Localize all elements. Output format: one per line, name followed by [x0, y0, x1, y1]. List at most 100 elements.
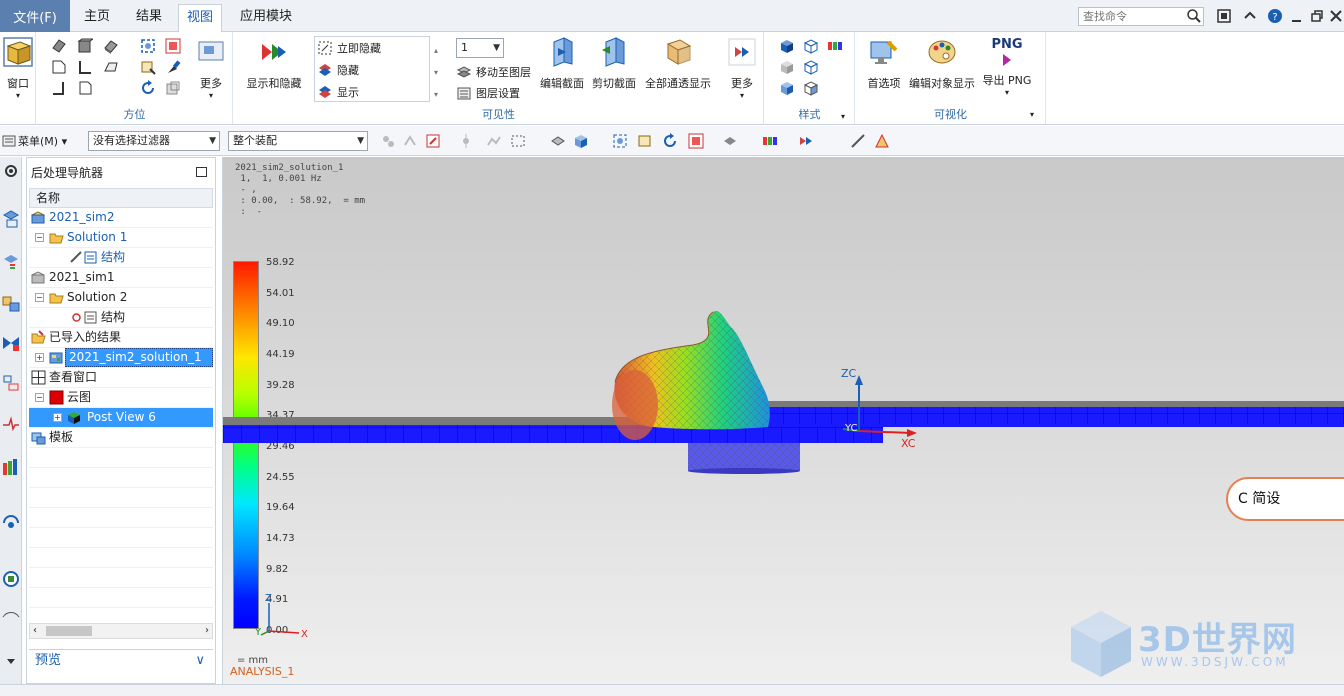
scroll-left-icon[interactable]: ‹ — [33, 624, 37, 638]
edit-section-button[interactable]: 编辑截面 — [538, 36, 586, 91]
view-orient-icon[interactable] — [51, 38, 67, 54]
history-icon[interactable] — [1, 373, 21, 393]
chevron-down-icon[interactable]: ∨ — [195, 650, 205, 672]
fit-view-icon[interactable] — [140, 38, 156, 54]
tree-row-2021-sim2[interactable]: 2021_sim2 — [29, 208, 213, 228]
tree-row-solution-1[interactable]: − Solution 1 — [29, 228, 213, 248]
static-wire-icon[interactable] — [779, 80, 795, 96]
scroll-thumb[interactable] — [46, 626, 92, 636]
deselect-icon[interactable] — [402, 133, 418, 149]
web-browser-icon[interactable] — [1, 513, 21, 533]
measure-icon[interactable] — [850, 133, 866, 149]
select-chain-icon[interactable] — [486, 133, 502, 149]
minimize-icon[interactable] — [1289, 8, 1305, 24]
layer-settings-button[interactable]: 图层设置 — [456, 83, 520, 103]
rendering-style-icon[interactable] — [722, 133, 738, 149]
constraint-navigator-icon[interactable] — [1, 253, 21, 273]
help-icon[interactable]: ? — [1267, 8, 1283, 24]
reuse-library-icon[interactable] — [1, 457, 21, 477]
clip-section-button[interactable]: 剪切截面 — [590, 36, 638, 91]
tree-row-solution-2[interactable]: − Solution 2 — [29, 288, 213, 308]
collapse-icon[interactable]: − — [35, 233, 44, 242]
cursor-point-icon[interactable] — [458, 133, 474, 149]
tree-row-imported-results[interactable]: 已导入的结果 — [29, 328, 213, 348]
assembly-navigator-icon[interactable] — [1, 209, 21, 229]
post-processing-navigator-icon[interactable] — [1, 293, 21, 313]
rotate-icon[interactable] — [140, 80, 156, 96]
brush-icon[interactable] — [165, 59, 181, 75]
view-bottom-icon[interactable] — [103, 59, 119, 75]
select-type-icon[interactable] — [425, 133, 441, 149]
expand-icon[interactable]: + — [53, 413, 62, 422]
restore-icon[interactable] — [1309, 8, 1325, 24]
show-hide-toggle-icon[interactable] — [798, 133, 814, 149]
tree-row-contour[interactable]: − 云图 — [29, 388, 213, 408]
ribbon-overflow-icon[interactable]: ▾ — [1030, 110, 1034, 119]
solid-shaded-icon[interactable] — [573, 133, 589, 149]
brand-badge[interactable]: C 简设 — [1226, 477, 1344, 521]
tree-row-structure-2[interactable]: 结构 — [29, 308, 213, 328]
file-menu-tab[interactable]: 文件(F) — [0, 0, 70, 32]
move-to-layer-button[interactable]: 移动至图层 — [456, 62, 531, 82]
zoom-icon[interactable] — [637, 133, 653, 149]
more-visibility-button[interactable]: 更多 ▾ — [726, 36, 758, 100]
zoom-window-icon[interactable] — [165, 38, 181, 54]
close-icon[interactable] — [1328, 8, 1344, 24]
show-hide-button[interactable]: 显示和隐藏 — [244, 36, 304, 91]
orient-view-icon[interactable] — [688, 133, 704, 149]
view-right-icon[interactable] — [51, 80, 67, 96]
navigator-horizontal-scrollbar[interactable]: ‹ › — [29, 623, 213, 639]
part-navigator-icon[interactable] — [550, 133, 566, 149]
rectangle-select-icon[interactable] — [510, 133, 526, 149]
tree-row-structure-1[interactable]: 结构 — [29, 248, 213, 268]
fit-icon[interactable] — [612, 133, 628, 149]
restore-view-icon[interactable] — [165, 80, 181, 96]
tree-row-post-view-6[interactable]: + Post View 6 — [29, 408, 213, 428]
shaded-icon[interactable] — [803, 38, 819, 54]
expand-icon[interactable]: + — [35, 353, 44, 362]
resource-bar-options-icon[interactable] — [1, 651, 21, 671]
tab-home[interactable]: 主页 — [76, 4, 118, 32]
selection-filter-select[interactable]: 没有选择过滤器 ▼ — [88, 131, 220, 151]
hidden-line-icon[interactable] — [803, 59, 819, 75]
edit-object-display-button[interactable]: 编辑对象显示 — [908, 36, 976, 91]
tree-row-viewport[interactable]: 查看窗口 — [29, 368, 213, 388]
fullscreen-icon[interactable] — [1216, 8, 1232, 24]
tree-row-2021-sim1[interactable]: 2021_sim1 — [29, 268, 213, 288]
all-transparent-button[interactable]: 全部通透显示 — [642, 36, 714, 91]
role-icon[interactable] — [1, 605, 21, 625]
search-icon[interactable] — [1186, 8, 1202, 24]
tab-results[interactable]: 结果 — [128, 4, 170, 32]
menu-button[interactable]: 菜单(M) ▾ — [18, 133, 67, 149]
immediate-hide-button[interactable]: 立即隐藏 — [317, 38, 381, 58]
collapse-icon[interactable]: − — [35, 393, 44, 402]
preview-section[interactable]: 预览 ∨ — [29, 649, 213, 673]
scroll-right-icon[interactable]: › — [205, 624, 209, 638]
system-scenes-icon[interactable] — [1, 413, 21, 433]
graphics-viewport[interactable]: 2021_sim2_solution_1 1, 1, 0.001 Hz - , … — [222, 157, 1344, 684]
settings-gear-icon[interactable] — [1, 161, 21, 181]
collapse-ribbon-icon[interactable] — [1242, 8, 1258, 24]
assembly-scope-select[interactable]: 整个装配 ▼ — [228, 131, 368, 151]
more-orient-button[interactable]: 更多 ▾ — [195, 36, 227, 100]
color-palette-icon[interactable] — [762, 133, 778, 149]
tab-application[interactable]: 应用模块 — [232, 4, 300, 32]
view-iso-icon[interactable] — [103, 38, 119, 54]
view-top-icon[interactable] — [51, 59, 67, 75]
show-button[interactable]: 显示 — [317, 82, 359, 102]
studio-icon[interactable] — [827, 38, 843, 54]
view-front-icon[interactable] — [77, 38, 93, 54]
shaded-edges-icon[interactable] — [779, 38, 795, 54]
hide-button[interactable]: 隐藏 — [317, 60, 359, 80]
wireframe-icon[interactable] — [779, 59, 795, 75]
navigator-column-header[interactable]: 名称 — [29, 188, 213, 208]
snap-icon[interactable] — [380, 133, 396, 149]
history-palette-icon[interactable] — [1, 569, 21, 589]
rotate-view-icon[interactable] — [662, 133, 678, 149]
pan-icon[interactable] — [140, 59, 156, 75]
tree-row-sim2-solution-1[interactable]: + 2021_sim2_solution_1 — [29, 348, 213, 368]
analysis-icon[interactable] — [874, 133, 890, 149]
tab-view[interactable]: 视图 — [178, 4, 223, 32]
tree-row-templates[interactable]: 模板 — [29, 428, 213, 448]
layer-select[interactable]: 1 ▼ — [456, 38, 504, 58]
